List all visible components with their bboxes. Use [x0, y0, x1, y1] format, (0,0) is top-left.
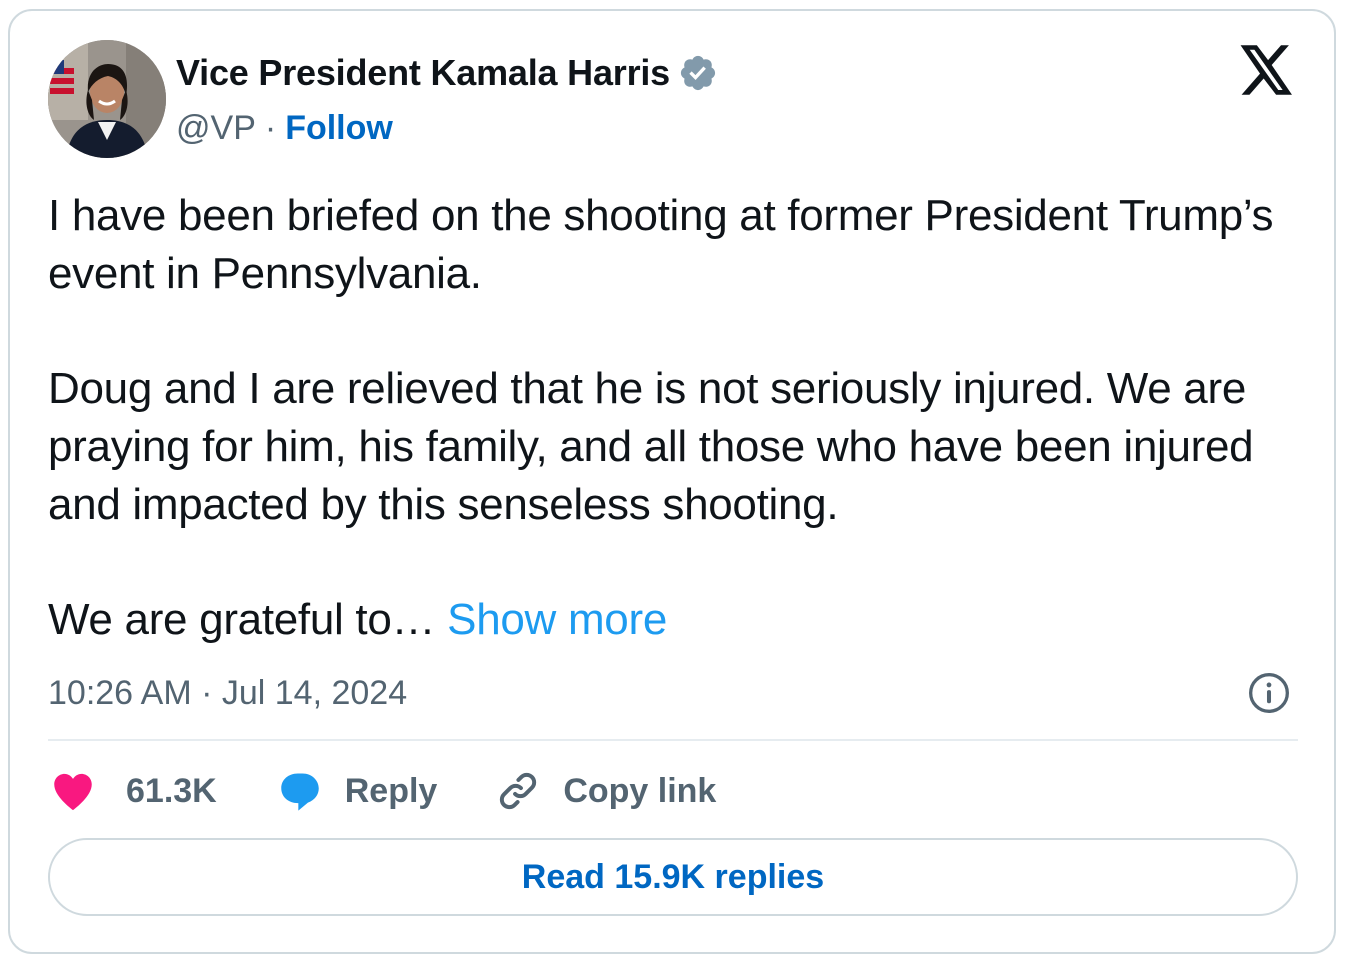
tweet-truncated-text: We are grateful to… — [48, 595, 448, 644]
link-icon — [493, 766, 543, 816]
read-replies-button[interactable]: Read 15.9K replies — [48, 838, 1298, 916]
copy-link-button[interactable]: Copy link — [493, 766, 716, 816]
handle-separator: · — [264, 108, 277, 147]
reply-label: Reply — [344, 771, 438, 810]
tweet-paragraph-2: Doug and I are relieved that he is not s… — [48, 364, 1254, 529]
author-handle[interactable]: @VP — [176, 109, 256, 148]
avatar[interactable] — [48, 40, 166, 158]
reply-button[interactable]: Reply — [275, 766, 438, 816]
reply-bubble-icon — [275, 766, 325, 816]
copy-link-label: Copy link — [563, 771, 717, 810]
tweet-paragraph-1: I have been briefed on the shooting at f… — [48, 191, 1274, 298]
follow-button[interactable]: Follow — [285, 109, 393, 148]
author-name-row: Vice President Kamala Harris — [176, 51, 718, 95]
avatar-image — [48, 40, 166, 158]
verified-badge-icon[interactable] — [678, 53, 718, 93]
tweet-card: Vice President Kamala Harris @VP · Follo… — [8, 9, 1336, 954]
like-count: 61.3K — [126, 771, 217, 810]
heart-icon — [48, 766, 98, 816]
tweet-text: I have been briefed on the shooting at f… — [48, 187, 1308, 649]
author-display-name[interactable]: Vice President Kamala Harris — [176, 52, 670, 94]
action-bar: 61.3K Reply Copy link — [48, 763, 716, 819]
author-handle-row: @VP · Follow — [176, 106, 393, 150]
divider — [48, 739, 1298, 741]
info-icon[interactable] — [1247, 671, 1291, 715]
tweet-timestamp[interactable]: 10:26 AM · Jul 14, 2024 — [48, 671, 407, 715]
x-logo-icon[interactable] — [1240, 45, 1294, 95]
show-more-link[interactable]: Show more — [447, 595, 667, 644]
like-button[interactable]: 61.3K — [48, 766, 217, 816]
tweet-paragraph-3: We are grateful to… Show more — [48, 591, 1308, 649]
